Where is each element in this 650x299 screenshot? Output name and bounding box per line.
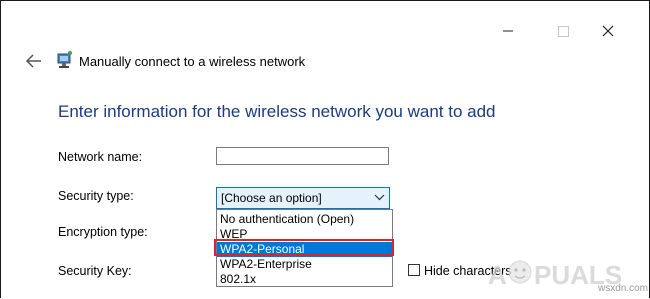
security-type-select[interactable]: [Choose an option] (216, 187, 390, 209)
back-arrow-icon (25, 54, 41, 68)
dropdown-option-wpa2-personal[interactable]: WPA2-Personal (217, 242, 392, 257)
close-button[interactable] (593, 16, 623, 46)
close-icon (602, 25, 614, 37)
dropdown-option-wpa2-enterprise[interactable]: WPA2-Enterprise (217, 257, 392, 272)
encryption-type-label: Encryption type: (58, 225, 148, 239)
dropdown-option-8021x[interactable]: 802.1x (217, 272, 392, 287)
dropdown-option-open[interactable]: No authentication (Open) (217, 212, 392, 227)
page-heading: Enter information for the wireless netwo… (58, 102, 496, 121)
window-border-top (0, 0, 650, 1)
window-title: Manually connect to a wireless network (79, 54, 306, 69)
window-border-left (0, 0, 1, 298)
security-type-label: Security type: (58, 189, 134, 203)
chevron-down-icon (374, 194, 385, 201)
security-type-dropdown-list: No authentication (Open) WEP WPA2-Person… (216, 209, 393, 287)
hide-characters-checkbox[interactable] (408, 264, 420, 276)
security-type-value: [Choose an option] (221, 191, 322, 205)
security-key-label: Security Key: (58, 264, 132, 278)
minimize-icon (503, 30, 513, 32)
minimize-button[interactable] (493, 16, 523, 46)
back-button[interactable] (24, 52, 44, 70)
site-watermark: wsxdn.com (598, 283, 649, 294)
maximize-button[interactable] (548, 16, 578, 46)
network-icon (56, 50, 74, 70)
dropdown-option-wep[interactable]: WEP (217, 227, 392, 242)
network-name-input[interactable] (216, 147, 389, 165)
svg-text:A: A (488, 260, 507, 290)
network-name-label: Network name: (58, 150, 143, 164)
maximize-icon (558, 26, 569, 37)
